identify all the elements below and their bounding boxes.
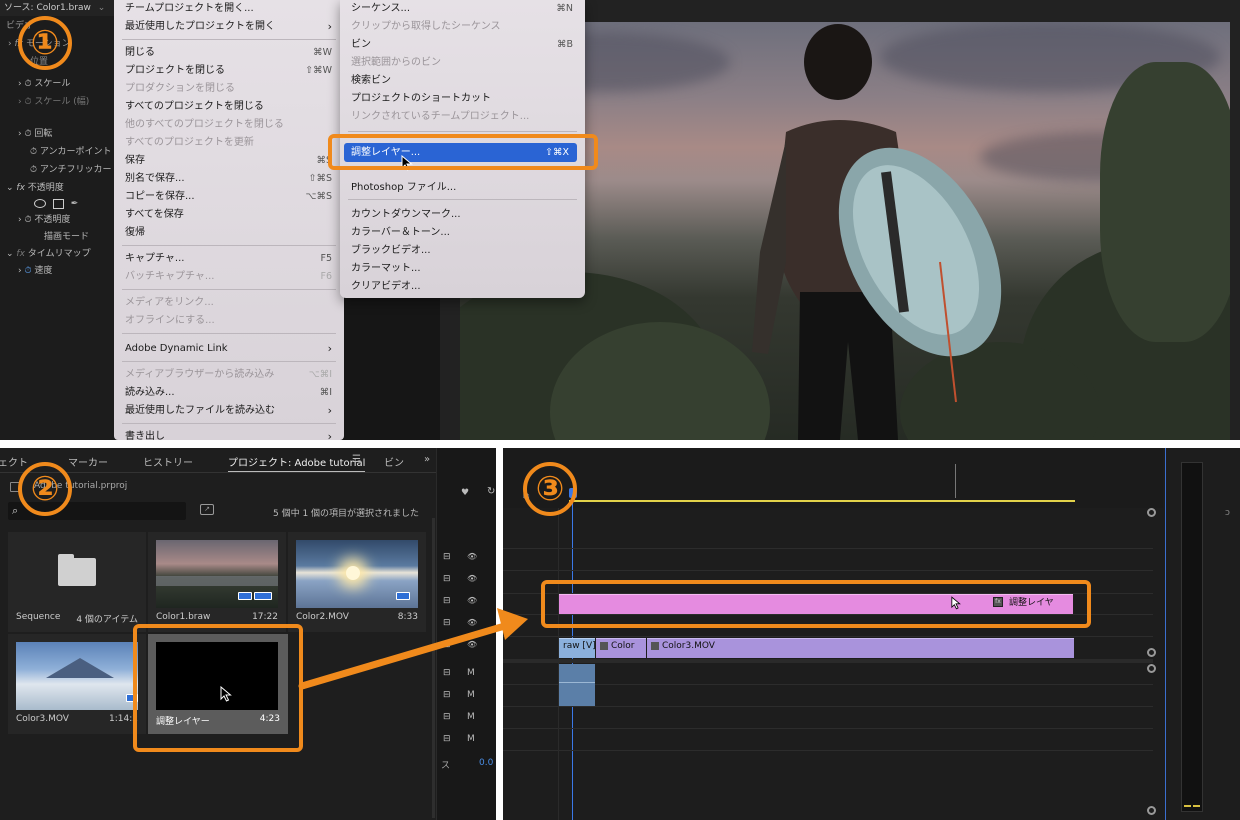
connector-arrow (298, 608, 528, 690)
